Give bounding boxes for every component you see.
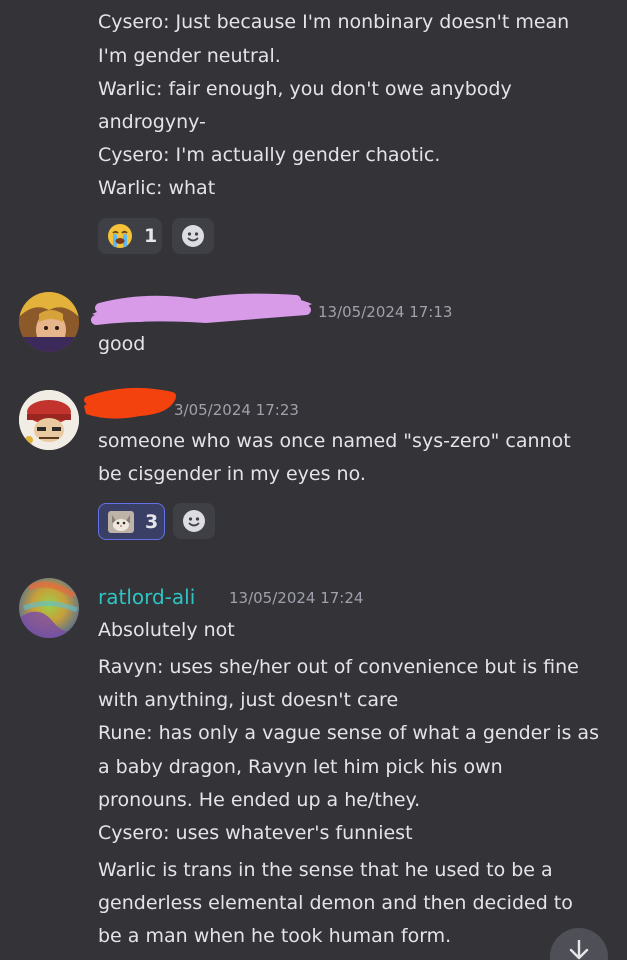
message-line: someone who was once named "sys-zero" ca… [98, 430, 571, 452]
message-line: Warlic: fair enough, you don't owe anybo… [98, 78, 512, 100]
avatar[interactable] [19, 578, 79, 638]
redacted-username [91, 293, 312, 325]
message-line: Warlic is trans in the sense that he use… [98, 859, 553, 881]
message-line: pronouns. He ended up a he/they. [98, 789, 421, 811]
reaction-count: 3 [145, 510, 159, 533]
smile-plus-icon [183, 510, 205, 532]
message-line: Cysero: Just because I'm nonbinary doesn… [98, 11, 570, 33]
sob-emoji-icon [108, 224, 132, 248]
reaction-count: 1 [144, 225, 158, 247]
message-line: be a man when he took human form. [98, 925, 452, 947]
add-reaction-button[interactable] [172, 218, 214, 254]
avatar-image [19, 292, 79, 352]
message-timestamp: 13/05/2024 17:24 [229, 589, 364, 607]
smile-plus-icon [182, 225, 204, 247]
message-timestamp: 13/05/2024 17:13 [318, 303, 453, 321]
message-line: Ravyn: uses she/her out of convenience b… [98, 656, 579, 678]
avatar-image [19, 390, 79, 450]
reaction-sob[interactable]: 1 [98, 218, 162, 254]
message-line: with anything, just doesn't care [98, 689, 399, 711]
cat-emoji-icon [108, 510, 134, 533]
avatar[interactable] [19, 390, 79, 450]
message-line: a baby dragon, Ravyn let him pick his ow… [98, 756, 503, 778]
message-line: genderless elemental demon and then deci… [98, 892, 573, 914]
message-line: Cysero: I'm actually gender chaotic. [98, 144, 441, 166]
add-reaction-button[interactable] [173, 503, 215, 539]
jump-to-bottom-button[interactable] [550, 928, 608, 960]
username[interactable]: ratlord-ali [98, 585, 195, 609]
message-line: Warlic: what [98, 177, 216, 199]
message-line: Cysero: uses whatever's funniest [98, 822, 413, 844]
reaction-cat[interactable]: 3 [98, 503, 165, 540]
message-line: Rune: has only a vague sense of what a g… [98, 722, 599, 744]
message-line: good [98, 333, 146, 355]
message-line: be cisgender in my eyes no. [98, 463, 366, 485]
message-line: androgyny- [98, 111, 206, 133]
message-timestamp: 3/05/2024 17:23 [174, 401, 299, 419]
redacted-username [84, 387, 176, 419]
message-line: Absolutely not [98, 619, 235, 641]
arrow-down-icon [569, 940, 589, 960]
avatar-image [19, 578, 79, 638]
message-line: I'm gender neutral. [98, 45, 281, 67]
avatar[interactable] [19, 292, 79, 352]
